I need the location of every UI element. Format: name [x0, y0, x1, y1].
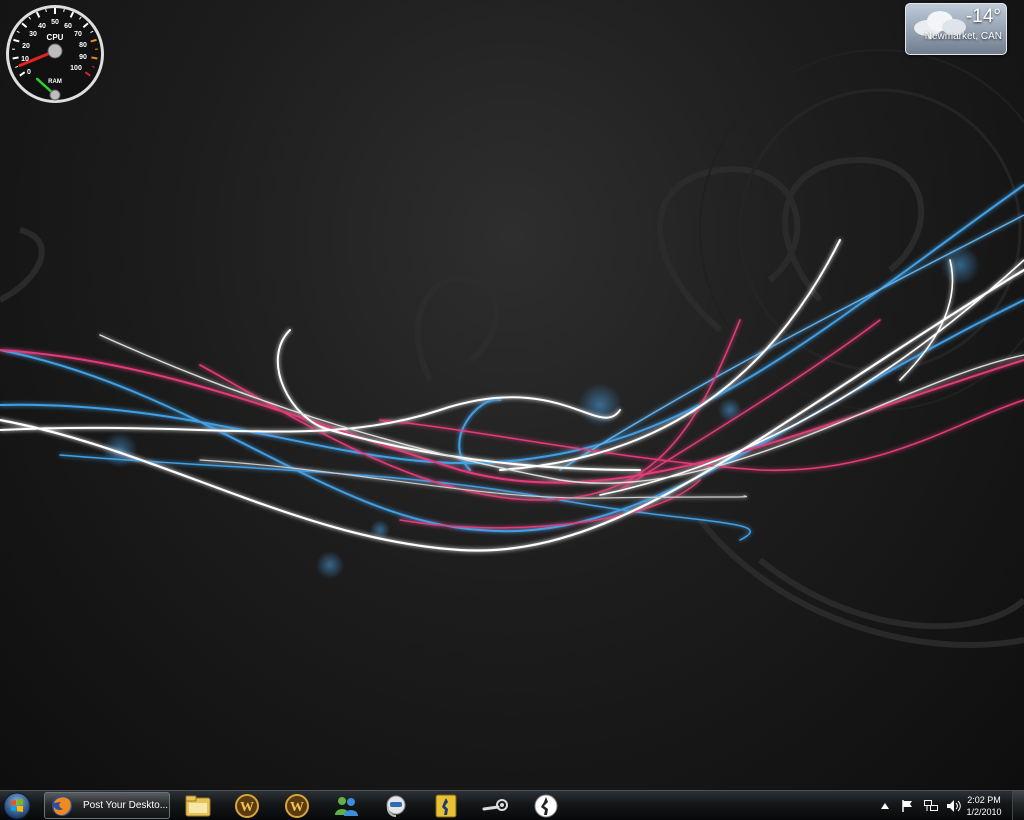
scale-label: 20 [22, 43, 30, 50]
steam-icon [482, 799, 508, 811]
network-button[interactable] [924, 799, 938, 813]
weather-gadget[interactable]: -14° Newmarket, CAN [905, 3, 1007, 55]
scale-label: 50 [51, 19, 59, 26]
scale-label: 30 [29, 31, 37, 38]
weather-location: Newmarket, CAN [924, 31, 1002, 42]
windows-logo-icon [3, 792, 31, 820]
chevron-up-icon [881, 803, 889, 809]
meter-dial: 0 10 20 30 40 50 60 70 80 90 100 CPU RAM [6, 5, 104, 103]
clock[interactable]: 2:02 PM 1/2/2010 [956, 794, 1012, 818]
clock-date: 1/2/2010 [966, 807, 1002, 817]
ram-label: RAM [48, 79, 62, 85]
flag-icon [902, 800, 912, 812]
meter-tick [45, 8, 47, 13]
world-of-warcraft-icon-2: W [285, 794, 309, 818]
light-waves-artwork [0, 49, 1024, 648]
counter-strike-source-icon [534, 794, 558, 818]
svg-text:W: W [290, 800, 304, 815]
start-button[interactable] [2, 792, 32, 820]
world-of-warcraft-icon: W [235, 794, 259, 818]
scale-label: 0 [27, 69, 31, 76]
taskbar-pin-messenger[interactable] [332, 793, 360, 819]
taskbar-pin-counter-strike-source[interactable] [532, 793, 560, 819]
windows-explorer-icon [185, 795, 211, 817]
taskbar-pin-explorer[interactable] [184, 793, 212, 819]
taskbar-pin-ventrilo[interactable] [382, 793, 410, 819]
action-center-button[interactable] [901, 799, 915, 813]
temperature: -14° [965, 6, 1001, 27]
counter-strike-icon [435, 794, 457, 818]
scale-label: 70 [74, 31, 82, 38]
scale-label: 100 [70, 65, 82, 72]
svg-text:W: W [240, 800, 254, 815]
firefox-icon [52, 795, 72, 816]
scale-label: 80 [79, 42, 87, 49]
scale-label: 60 [64, 23, 72, 30]
taskbar-pin-counter-strike[interactable] [432, 793, 460, 819]
taskbar: Post Your Deskto... W W 2:02 PM 1/2/2010 [0, 790, 1024, 820]
network-icon [924, 800, 938, 811]
taskbar-pin-wow[interactable]: W [233, 793, 261, 819]
desktop-wallpaper [0, 0, 1024, 790]
taskbar-pin-steam[interactable] [482, 793, 510, 819]
clock-time: 2:02 PM [967, 795, 1001, 805]
show-desktop-button[interactable] [1012, 791, 1024, 820]
meter-tick [12, 56, 19, 60]
taskbar-pin-wow-2[interactable]: W [283, 793, 311, 819]
meter-tick [63, 8, 65, 13]
windows-live-messenger-icon [335, 797, 358, 816]
meter-tick [91, 56, 98, 60]
taskbar-button-firefox[interactable]: Post Your Deskto... [44, 792, 170, 819]
scale-label: 90 [79, 54, 87, 61]
cpu-meter-gadget[interactable]: 0 10 20 30 40 50 60 70 80 90 100 CPU RAM [4, 3, 106, 105]
ventrilo-icon [386, 795, 406, 817]
show-hidden-icons-button[interactable] [878, 799, 892, 813]
cpu-label: CPU [47, 33, 64, 42]
scale-label: 40 [38, 23, 46, 30]
taskbar-button-label: Post Your Deskto... [83, 800, 169, 811]
